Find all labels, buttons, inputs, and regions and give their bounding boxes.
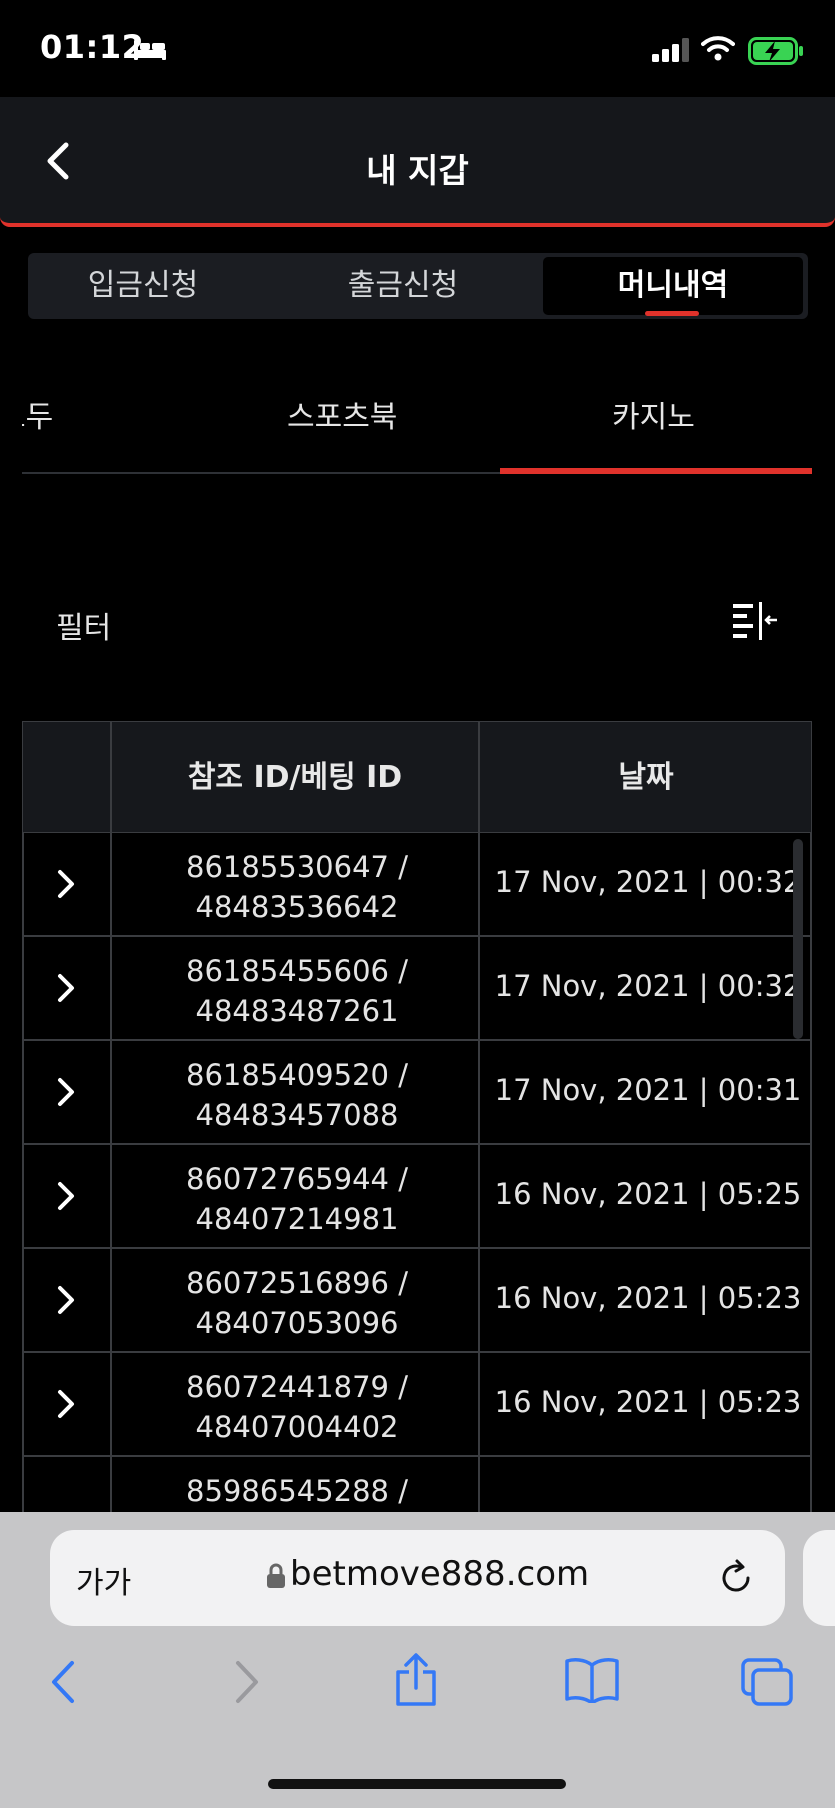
table-scrollbar[interactable] (793, 839, 803, 1039)
date-cell: 16 Nov, 2021 | 05:23 (494, 1385, 802, 1419)
subtab-active-indicator (500, 468, 812, 474)
bet-id: 48483487261 (195, 994, 399, 1028)
bet-id: 48483457088 (195, 1098, 399, 1132)
bet-id: 48407214981 (195, 1202, 399, 1236)
date-cell: 17 Nov, 2021 | 00:32 (494, 969, 802, 1003)
header-ref-id: 참조 ID/베팅 ID (187, 760, 403, 795)
wifi-icon (701, 34, 735, 66)
expand-chevron-icon[interactable] (56, 1285, 76, 1319)
ref-id-cell: 86185409520 / 48483457088 (114, 1055, 480, 1135)
app-header: 내 지갑 (0, 97, 835, 227)
table-row[interactable]: 86185455606 / 48483487261 17 Nov, 2021 | … (22, 937, 812, 1041)
header-date: 날짜 (618, 760, 674, 795)
filter-label: 필터 (56, 611, 112, 646)
browser-bottom-bar: 가가 betmove888.com (0, 1512, 835, 1808)
table-row[interactable]: 85986545288 / (22, 1457, 812, 1512)
filter-collapse-icon[interactable] (731, 600, 779, 644)
wallet-segment-tabs: 입금신청 출금신청 머니내역 (28, 253, 808, 319)
ref-id: 86185530647 / (186, 850, 408, 884)
ref-id: 85986545288 / (186, 1474, 408, 1508)
home-indicator (268, 1779, 566, 1789)
sleep-bed-icon (133, 38, 167, 66)
expand-chevron-icon[interactable] (56, 869, 76, 903)
table-row[interactable]: 86185409520 / 48483457088 17 Nov, 2021 | … (22, 1041, 812, 1145)
status-time: 01:12 (40, 28, 145, 66)
reload-icon[interactable] (716, 1558, 756, 1602)
date-cell: 17 Nov, 2021 | 00:31 (494, 1073, 802, 1107)
header-expand (23, 722, 111, 834)
page-settings-button[interactable]: 가가 (76, 1558, 131, 1602)
category-sub-tabs: 모두 스포츠북 카지노 (22, 370, 812, 476)
date-cell: 16 Nov, 2021 | 05:23 (494, 1281, 802, 1315)
ref-id-cell: 86072765944 / 48407214981 (114, 1159, 480, 1239)
date-cell: 17 Nov, 2021 | 00:32 (494, 865, 802, 899)
subtab-sportsbook[interactable]: 스포츠북 (287, 392, 397, 436)
tab-money-history[interactable]: 머니내역 (543, 257, 803, 315)
subtab-all[interactable]: 모두 (22, 392, 53, 436)
ref-id: 86185409520 / (186, 1058, 408, 1092)
next-tab-address-bar[interactable] (803, 1530, 835, 1626)
expand-chevron-icon[interactable] (56, 1389, 76, 1423)
status-bar: 01:12 (0, 0, 835, 97)
table-row[interactable]: 86072441879 / 48407004402 16 Nov, 2021 | … (22, 1353, 812, 1457)
battery-charging-icon (748, 37, 804, 69)
column-divider (110, 721, 112, 1512)
ref-id: 86185455606 / (186, 954, 408, 988)
expand-chevron-icon[interactable] (56, 1077, 76, 1111)
table-row[interactable]: 86185530647 / 48483536642 17 Nov, 2021 | … (22, 833, 812, 937)
lock-icon (266, 1562, 286, 1594)
table-row[interactable]: 86072765944 / 48407214981 16 Nov, 2021 | … (22, 1145, 812, 1249)
browser-forward-icon[interactable] (228, 1657, 264, 1711)
ref-id-cell: 86185455606 / 48483487261 (114, 951, 480, 1031)
address-bar[interactable]: 가가 betmove888.com (50, 1530, 785, 1626)
bookmarks-icon[interactable] (564, 1657, 620, 1707)
cellular-signal-icon (652, 38, 692, 66)
ref-id: 86072516896 / (186, 1266, 408, 1300)
bet-id: 48407004402 (195, 1410, 399, 1444)
active-tab-indicator (645, 311, 699, 316)
expand-chevron-icon[interactable] (56, 1181, 76, 1215)
ref-id-cell: 86072441879 / 48407004402 (114, 1367, 480, 1447)
tabs-icon[interactable] (740, 1657, 794, 1711)
date-cell: 16 Nov, 2021 | 05:25 (494, 1177, 802, 1211)
expand-chevron-icon[interactable] (56, 973, 76, 1007)
subtab-casino[interactable]: 카지노 (612, 392, 695, 436)
share-icon[interactable] (393, 1652, 439, 1712)
tab-withdraw-request[interactable]: 출금신청 (288, 253, 518, 319)
browser-back-icon[interactable] (46, 1657, 82, 1711)
ref-id: 86072765944 / (186, 1162, 408, 1196)
tab-deposit-request[interactable]: 입금신청 (28, 253, 258, 319)
ref-id-cell: 85986545288 / (114, 1471, 480, 1511)
bet-id: 48407053096 (195, 1306, 399, 1340)
ref-id-cell: 86072516896 / 48407053096 (114, 1263, 480, 1343)
column-divider (478, 721, 480, 1512)
table-header: 참조 ID/베팅 ID 날짜 (22, 721, 812, 833)
bet-id: 48483536642 (195, 890, 399, 924)
ref-id: 86072441879 / (186, 1370, 408, 1404)
page-title: 내 지갑 (366, 151, 469, 190)
ref-id-cell: 86185530647 / 48483536642 (114, 847, 480, 927)
url-text: betmove888.com (290, 1554, 590, 1594)
table-row[interactable]: 86072516896 / 48407053096 16 Nov, 2021 | … (22, 1249, 812, 1353)
